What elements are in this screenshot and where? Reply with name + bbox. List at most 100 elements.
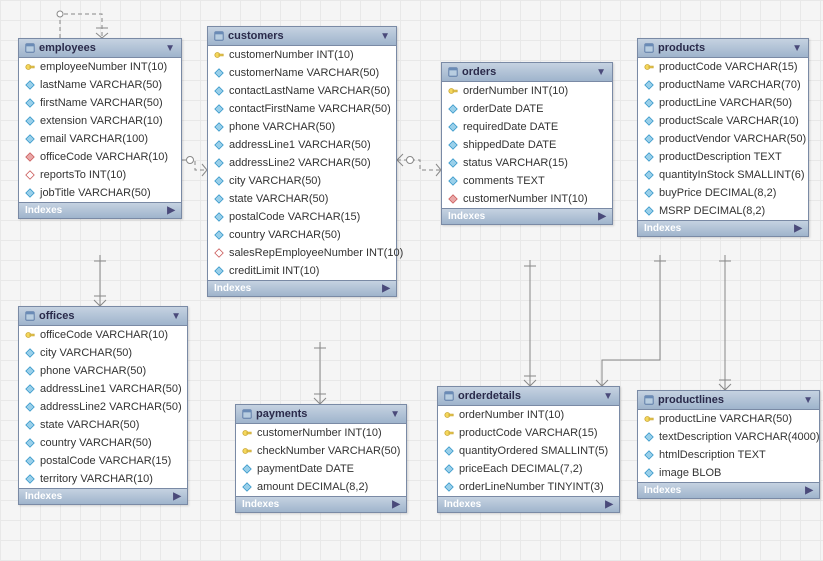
column-row[interactable]: addressLine1 VARCHAR(50) [208,136,396,154]
column-row[interactable]: phone VARCHAR(50) [19,362,187,380]
column-row[interactable]: productCode VARCHAR(15) [638,58,808,76]
collapse-icon[interactable]: ▼ [803,395,813,406]
entity-header[interactable]: offices▼ [19,307,187,326]
expand-icon[interactable]: ▶ [392,499,400,510]
column-row[interactable]: postalCode VARCHAR(15) [19,452,187,470]
column-row[interactable]: productName VARCHAR(70) [638,76,808,94]
entity-offices[interactable]: offices▼officeCode VARCHAR(10)city VARCH… [18,306,188,505]
column-row[interactable]: MSRP DECIMAL(8,2) [638,202,808,220]
column-row[interactable]: jobTitle VARCHAR(50) [19,184,181,202]
entity-footer-indexes[interactable]: Indexes▶ [19,488,187,504]
collapse-icon[interactable]: ▼ [596,67,606,78]
column-row[interactable]: reportsTo INT(10) [19,166,181,184]
entity-orderdetails[interactable]: orderdetails▼orderNumber INT(10)productC… [437,386,620,513]
entity-header[interactable]: products▼ [638,39,808,58]
entity-payments[interactable]: payments▼customerNumber INT(10)checkNumb… [235,404,407,513]
column-row[interactable]: addressLine2 VARCHAR(50) [208,154,396,172]
collapse-icon[interactable]: ▼ [792,43,802,54]
entity-footer-indexes[interactable]: Indexes▶ [208,280,396,296]
column-row[interactable]: quantityOrdered SMALLINT(5) [438,442,619,460]
entity-footer-indexes[interactable]: Indexes▶ [236,496,406,512]
expand-icon[interactable]: ▶ [173,491,181,502]
column-row[interactable]: country VARCHAR(50) [19,434,187,452]
column-row[interactable]: state VARCHAR(50) [19,416,187,434]
column-row[interactable]: productLine VARCHAR(50) [638,94,808,112]
column-row[interactable]: comments TEXT [442,172,612,190]
collapse-icon[interactable]: ▼ [380,31,390,42]
collapse-icon[interactable]: ▼ [603,391,613,402]
column-row[interactable]: lastName VARCHAR(50) [19,76,181,94]
column-row[interactable]: contactFirstName VARCHAR(50) [208,100,396,118]
column-row[interactable]: customerNumber INT(10) [208,46,396,64]
column-row[interactable]: shippedDate DATE [442,136,612,154]
column-row[interactable]: orderLineNumber TINYINT(3) [438,478,619,496]
column-row[interactable]: orderNumber INT(10) [442,82,612,100]
pk-icon [444,410,454,420]
entity-products[interactable]: products▼productCode VARCHAR(15)productN… [637,38,809,237]
column-row[interactable]: requiredDate DATE [442,118,612,136]
column-row[interactable]: employeeNumber INT(10) [19,58,181,76]
column-row[interactable]: productScale VARCHAR(10) [638,112,808,130]
column-row[interactable]: contactLastName VARCHAR(50) [208,82,396,100]
column-row[interactable]: phone VARCHAR(50) [208,118,396,136]
column-row[interactable]: textDescription VARCHAR(4000) [638,428,819,446]
entity-header[interactable]: orderdetails▼ [438,387,619,406]
expand-icon[interactable]: ▶ [605,499,613,510]
entity-productlines[interactable]: productlines▼productLine VARCHAR(50)text… [637,390,820,499]
entity-header[interactable]: customers▼ [208,27,396,46]
entity-header[interactable]: payments▼ [236,405,406,424]
expand-icon[interactable]: ▶ [805,485,813,496]
column-row[interactable]: extension VARCHAR(10) [19,112,181,130]
column-row[interactable]: paymentDate DATE [236,460,406,478]
column-row[interactable]: htmlDescription TEXT [638,446,819,464]
column-row[interactable]: firstName VARCHAR(50) [19,94,181,112]
expand-icon[interactable]: ▶ [598,211,606,222]
entity-orders[interactable]: orders▼orderNumber INT(10)orderDate DATE… [441,62,613,225]
column-row[interactable]: addressLine2 VARCHAR(50) [19,398,187,416]
column-row[interactable]: productCode VARCHAR(15) [438,424,619,442]
entity-customers[interactable]: customers▼customerNumber INT(10)customer… [207,26,397,297]
column-row[interactable]: productLine VARCHAR(50) [638,410,819,428]
collapse-icon[interactable]: ▼ [165,43,175,54]
column-row[interactable]: quantityInStock SMALLINT(6) [638,166,808,184]
entity-footer-indexes[interactable]: Indexes▶ [638,482,819,498]
column-row[interactable]: orderNumber INT(10) [438,406,619,424]
column-row[interactable]: city VARCHAR(50) [19,344,187,362]
entity-footer-indexes[interactable]: Indexes▶ [442,208,612,224]
expand-icon[interactable]: ▶ [794,223,802,234]
collapse-icon[interactable]: ▼ [171,311,181,322]
expand-icon[interactable]: ▶ [167,205,175,216]
column-row[interactable]: checkNumber VARCHAR(50) [236,442,406,460]
column-row[interactable]: priceEach DECIMAL(7,2) [438,460,619,478]
column-row[interactable]: postalCode VARCHAR(15) [208,208,396,226]
column-row[interactable]: addressLine1 VARCHAR(50) [19,380,187,398]
column-row[interactable]: image BLOB [638,464,819,482]
column-row[interactable]: officeCode VARCHAR(10) [19,148,181,166]
entity-header[interactable]: employees▼ [19,39,181,58]
entity-footer-indexes[interactable]: Indexes▶ [438,496,619,512]
column-row[interactable]: country VARCHAR(50) [208,226,396,244]
column-row[interactable]: creditLimit INT(10) [208,262,396,280]
column-row[interactable]: amount DECIMAL(8,2) [236,478,406,496]
column-row[interactable]: productDescription TEXT [638,148,808,166]
column-row[interactable]: productVendor VARCHAR(50) [638,130,808,148]
entity-footer-indexes[interactable]: Indexes▶ [638,220,808,236]
entity-footer-indexes[interactable]: Indexes▶ [19,202,181,218]
column-row[interactable]: officeCode VARCHAR(10) [19,326,187,344]
entity-employees[interactable]: employees▼employeeNumber INT(10)lastName… [18,38,182,219]
column-row[interactable]: salesRepEmployeeNumber INT(10) [208,244,396,262]
column-row[interactable]: email VARCHAR(100) [19,130,181,148]
column-row[interactable]: state VARCHAR(50) [208,190,396,208]
entity-header[interactable]: orders▼ [442,63,612,82]
column-row[interactable]: customerNumber INT(10) [236,424,406,442]
collapse-icon[interactable]: ▼ [390,409,400,420]
column-row[interactable]: orderDate DATE [442,100,612,118]
column-row[interactable]: city VARCHAR(50) [208,172,396,190]
column-row[interactable]: customerName VARCHAR(50) [208,64,396,82]
column-row[interactable]: buyPrice DECIMAL(8,2) [638,184,808,202]
column-row[interactable]: customerNumber INT(10) [442,190,612,208]
expand-icon[interactable]: ▶ [382,283,390,294]
column-row[interactable]: territory VARCHAR(10) [19,470,187,488]
entity-header[interactable]: productlines▼ [638,391,819,410]
column-row[interactable]: status VARCHAR(15) [442,154,612,172]
